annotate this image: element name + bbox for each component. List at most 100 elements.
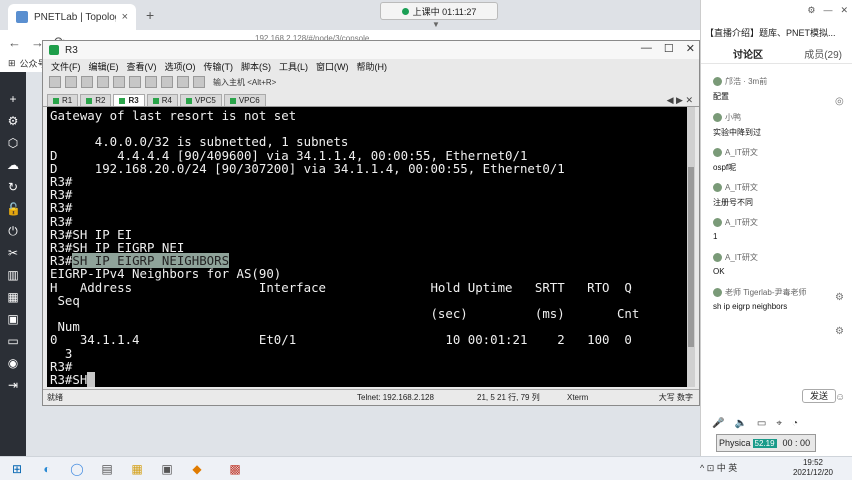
- tab-r4[interactable]: R4: [146, 94, 178, 106]
- signal-icon[interactable]: ◔: [792, 418, 798, 429]
- meeting-status-text: 上课中 01:11:27: [412, 6, 477, 17]
- chat-panel: ⚙ — ✕ 【直播介绍】题库、PNET模拟... 讨论区 成员(29) 邝浩 ·…: [700, 0, 852, 456]
- windows-start-icon[interactable]: ⊞: [10, 462, 24, 476]
- menu-transfer[interactable]: 传输(T): [204, 60, 234, 73]
- emoji-icon[interactable]: ☺: [835, 392, 845, 403]
- cluster-icon[interactable]: ☁: [6, 158, 20, 172]
- file-explorer-icon[interactable]: ▦: [130, 462, 144, 476]
- camera-icon[interactable]: ▭: [757, 418, 766, 429]
- find-icon[interactable]: [129, 76, 141, 88]
- close-icon[interactable]: ✕: [686, 42, 695, 55]
- tab-vpc5[interactable]: VPC5: [179, 94, 222, 106]
- monitor-icon[interactable]: ▭: [6, 334, 20, 348]
- edge-icon[interactable]: ◐: [40, 462, 54, 476]
- map-icon[interactable]: ▦: [6, 290, 20, 304]
- chat-minimize-icon[interactable]: —: [823, 5, 832, 16]
- sftp-icon[interactable]: [177, 76, 189, 88]
- tab-r2[interactable]: R2: [80, 94, 112, 106]
- add-icon[interactable]: +: [6, 92, 20, 106]
- message-author: A_IT研文: [725, 148, 758, 157]
- connect-icon[interactable]: [49, 76, 61, 88]
- menu-help[interactable]: 帮助(H): [357, 60, 388, 73]
- menu-window[interactable]: 窗口(W): [316, 60, 349, 73]
- message-text: 实验中降到过: [713, 128, 761, 137]
- taskbar: ⊞ ◐ ◯ ▤ ▦ ▣ ◆ ▩ ^ ⊡ 中 英 19:52 2021/12/20: [0, 456, 852, 480]
- chat-message: A_IT研文 OK: [713, 252, 758, 276]
- menu-file[interactable]: 文件(F): [51, 60, 81, 73]
- menu-script[interactable]: 脚本(S): [241, 60, 271, 73]
- meeting-status-bar[interactable]: 上课中 01:11:27: [380, 2, 498, 20]
- connected-status-icon: [119, 97, 126, 104]
- user-icon[interactable]: ◉: [6, 356, 20, 370]
- cortana-icon[interactable]: ◯: [70, 462, 84, 476]
- tab-members[interactable]: 成员(29): [804, 46, 842, 61]
- task-view-icon[interactable]: ▤: [100, 462, 114, 476]
- app-icon[interactable]: ◆: [190, 462, 204, 476]
- back-icon[interactable]: ←: [8, 35, 21, 50]
- mic-icon[interactable]: 🎤: [712, 418, 724, 429]
- location-icon[interactable]: ⌖: [776, 418, 782, 429]
- tab-r1[interactable]: R1: [47, 94, 79, 106]
- refresh-icon[interactable]: ↻: [6, 180, 20, 194]
- securecrt-taskbar-icon[interactable]: ▩: [228, 462, 242, 476]
- copy-icon[interactable]: [97, 76, 109, 88]
- maximize-icon[interactable]: ☐: [664, 42, 674, 55]
- physical-tag: 52.19: [752, 438, 777, 448]
- terminal-output[interactable]: Gateway of last resort is not set 4.0.0.…: [47, 107, 687, 387]
- chat-message: 邝浩 · 3m前 配置: [713, 76, 767, 102]
- terminal-line: (sec) (ms) Cnt: [50, 306, 640, 322]
- menu-edit[interactable]: 编辑(E): [89, 60, 119, 73]
- meeting-expand-icon[interactable]: ▼: [432, 20, 440, 29]
- menu-options[interactable]: 选项(O): [165, 60, 196, 73]
- quick-connect-icon[interactable]: [65, 76, 77, 88]
- new-tab-button[interactable]: +: [146, 7, 154, 23]
- logout-icon[interactable]: ⇥: [6, 378, 20, 392]
- text-icon[interactable]: ▣: [6, 312, 20, 326]
- print-icon[interactable]: [145, 76, 157, 88]
- terminal-cursor: [87, 372, 95, 387]
- minimize-icon[interactable]: —: [641, 42, 652, 55]
- session-icon[interactable]: [81, 76, 93, 88]
- terminal-line: R3#: [50, 358, 73, 374]
- settings-icon[interactable]: [161, 76, 173, 88]
- lock-icon[interactable]: 🔓: [6, 202, 21, 216]
- bookmark-grid-icon[interactable]: ⊞: [8, 58, 16, 69]
- avatar: [713, 253, 722, 262]
- tab-nav-controls[interactable]: ◀ ▶ ✕: [667, 95, 699, 106]
- system-tray[interactable]: ^ ⊡ 中 英: [700, 461, 737, 474]
- nodes-icon[interactable]: ⚙: [6, 114, 20, 128]
- menu-view[interactable]: 查看(V): [127, 60, 157, 73]
- menu-tools[interactable]: 工具(L): [279, 60, 308, 73]
- terminal-line: R3#: [50, 213, 73, 229]
- browser-tab[interactable]: PNETLab | Topology ×: [8, 4, 136, 30]
- host-input-hint[interactable]: 输入主机 <Alt+R>: [213, 77, 276, 88]
- chat-settings-icon[interactable]: ⚙: [807, 5, 815, 16]
- speaker-icon[interactable]: 🔈: [734, 418, 746, 429]
- side-user-icon[interactable]: ◎: [835, 96, 844, 107]
- physical-label: Physica: [719, 438, 751, 448]
- paste-icon[interactable]: [113, 76, 125, 88]
- tab-close-icon[interactable]: ×: [122, 11, 128, 23]
- power-icon[interactable]: ⏻: [6, 224, 20, 238]
- tab-discussion[interactable]: 讨论区: [733, 46, 763, 61]
- tools-icon[interactable]: ✂: [6, 246, 20, 260]
- tab-label: VPC6: [238, 96, 260, 105]
- send-button[interactable]: 发送: [802, 389, 836, 403]
- tab-vpc6[interactable]: VPC6: [223, 94, 266, 106]
- side-settings-icon[interactable]: ⚙: [835, 292, 844, 303]
- tab-r3[interactable]: R3: [113, 94, 145, 106]
- taskbar-clock[interactable]: 19:52 2021/12/20: [786, 458, 840, 478]
- terminal-input-line[interactable]: R3#SH: [50, 372, 687, 387]
- side-gear-icon[interactable]: ⚙: [835, 326, 844, 337]
- terminal-scrollbar[interactable]: [687, 107, 695, 387]
- message-author: 邝浩 · 3m前: [725, 77, 768, 86]
- avatar: [713, 113, 722, 122]
- connected-status-icon: [53, 97, 59, 104]
- store-icon[interactable]: ▣: [160, 462, 174, 476]
- connected-status-icon: [185, 97, 192, 104]
- network-icon[interactable]: ⬡: [6, 136, 20, 150]
- tab-label: R3: [128, 96, 139, 105]
- keymap-icon[interactable]: [193, 76, 205, 88]
- chart-icon[interactable]: ▥: [6, 268, 20, 282]
- chat-close-icon[interactable]: ✕: [840, 5, 848, 16]
